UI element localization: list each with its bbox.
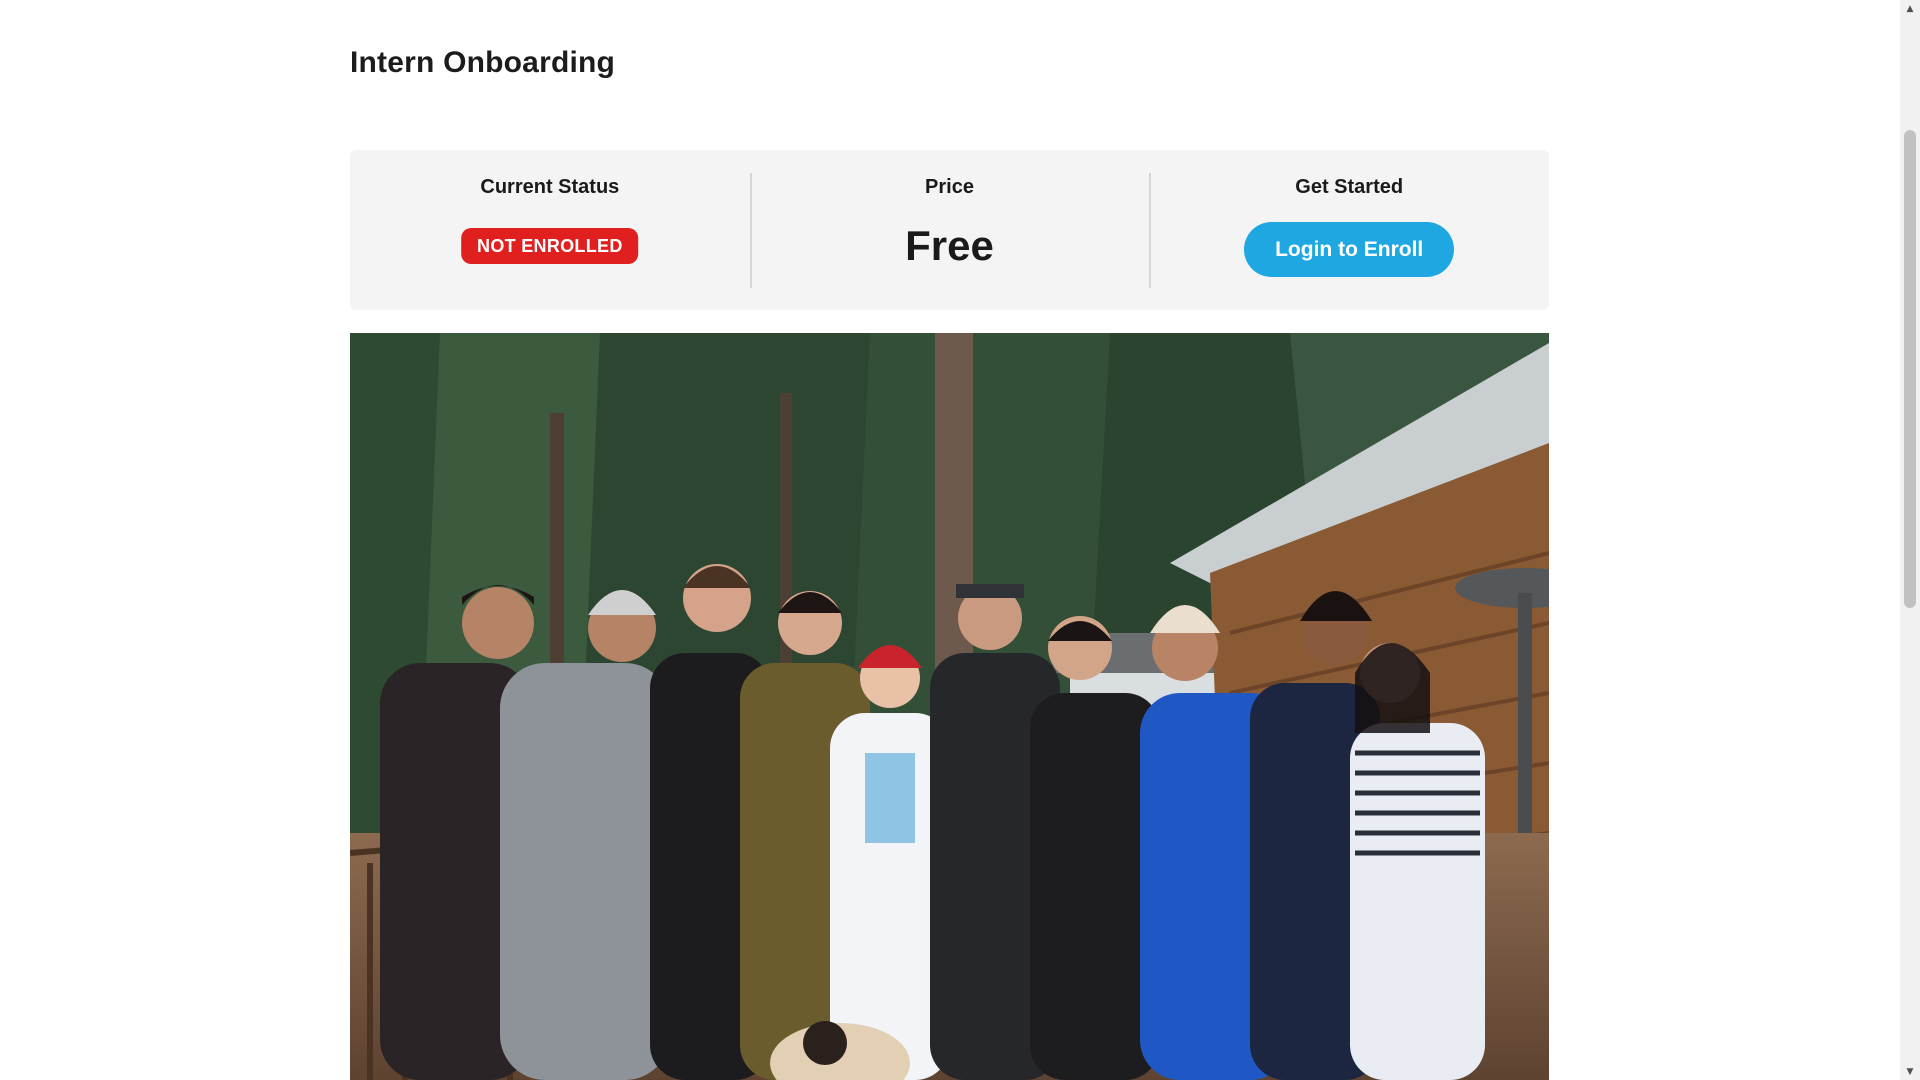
current-status-heading: Current Status [480,176,620,198]
price-heading: Price [925,176,974,198]
status-badge: NOT ENROLLED [461,228,639,264]
page-scrollbar[interactable]: ▲ ▼ [1900,0,1920,1080]
course-info-panel: Current Status NOT ENROLLED Price Free G… [350,150,1549,310]
price-value: Free [905,222,994,269]
hero-group-photo [350,333,1549,1080]
login-to-enroll-button[interactable]: Login to Enroll [1244,222,1455,277]
get-started-section: Get Started Login to Enroll [1149,150,1549,310]
page-title: Intern Onboarding [350,46,616,79]
current-status-section: Current Status NOT ENROLLED [350,150,750,310]
page-viewport: Intern Onboarding Current Status NOT ENR… [0,0,1920,1080]
group-photo-image [350,333,1549,1080]
arrow-up-icon[interactable]: ▲ [1900,0,1920,17]
arrow-down-icon[interactable]: ▼ [1900,1063,1920,1080]
scrollbar-thumb[interactable] [1904,130,1916,608]
price-section: Price Free [749,150,1150,310]
get-started-heading: Get Started [1295,176,1404,198]
